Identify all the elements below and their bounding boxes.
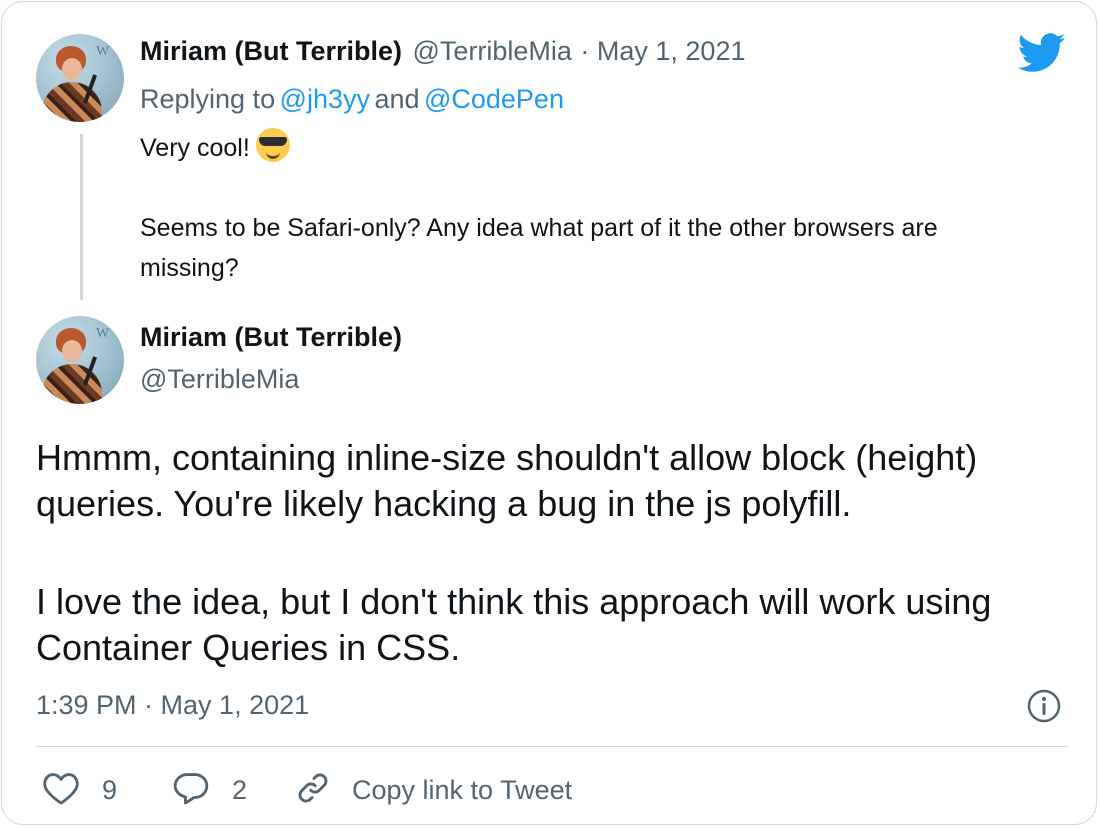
main-tweet-text-line-2: queries. You're likely hacking a bug in … (36, 483, 852, 524)
twitter-bird-icon[interactable] (1017, 32, 1066, 74)
replying-and-text: and (374, 84, 420, 114)
reply-text-very-cool: Very cool! (140, 134, 250, 162)
reply-count: 2 (232, 774, 248, 805)
replying-to-label: Replying to (140, 84, 276, 114)
main-tweet-text-line-3: I love the idea, but I don't think this … (36, 581, 992, 622)
main-author-avatar[interactable]: W (36, 316, 124, 404)
reply-author-handle[interactable]: @TerribleMia (412, 36, 571, 66)
main-author-name[interactable]: Miriam (But Terrible) (140, 322, 402, 353)
reply-tweet-text-line-1: Very cool! (140, 128, 290, 168)
copy-link-button[interactable]: Copy link to Tweet (294, 770, 572, 810)
tweet-embed-card: W Miriam (But Terrible) @TerribleMia · M… (1, 1, 1097, 825)
copy-link-label: Copy link to Tweet (352, 774, 573, 805)
mention-link-jh3yy[interactable]: @jh3yy (280, 84, 370, 114)
reply-author-name[interactable]: Miriam (But Terrible) (140, 36, 402, 66)
reply-tweet-date[interactable]: · May 1, 2021 (580, 36, 745, 66)
like-count: 9 (102, 774, 118, 805)
info-icon[interactable] (1026, 688, 1062, 724)
tweet-timestamp[interactable]: 1:39 PM · May 1, 2021 (36, 690, 309, 721)
mention-link-codepen[interactable]: @CodePen (424, 84, 564, 114)
thread-connector-line (80, 134, 83, 300)
sunglasses-emoji-icon (255, 128, 290, 162)
replying-to-line: Replying to @jh3yy and @CodePen (140, 84, 564, 115)
actions-divider (36, 746, 1068, 747)
main-author-handle[interactable]: @TerribleMia (140, 364, 299, 395)
link-icon (294, 770, 332, 811)
heart-icon (42, 770, 80, 811)
reply-tweet-text-line-2: Seems to be Safari-only? Any idea what p… (140, 214, 938, 242)
like-button[interactable]: 9 (42, 770, 117, 810)
main-tweet-text-line-1: Hmmm, containing inline-size shouldn't a… (36, 437, 978, 478)
reply-tweet-text-line-3: missing? (140, 254, 239, 282)
reply-author-avatar[interactable]: W (36, 34, 124, 122)
reply-tweet-header: Miriam (But Terrible) @TerribleMia · May… (140, 36, 745, 67)
reply-bubble-icon (172, 770, 210, 811)
reply-button[interactable]: 2 (172, 770, 247, 810)
main-tweet-text-line-4: Container Queries in CSS. (36, 627, 461, 668)
